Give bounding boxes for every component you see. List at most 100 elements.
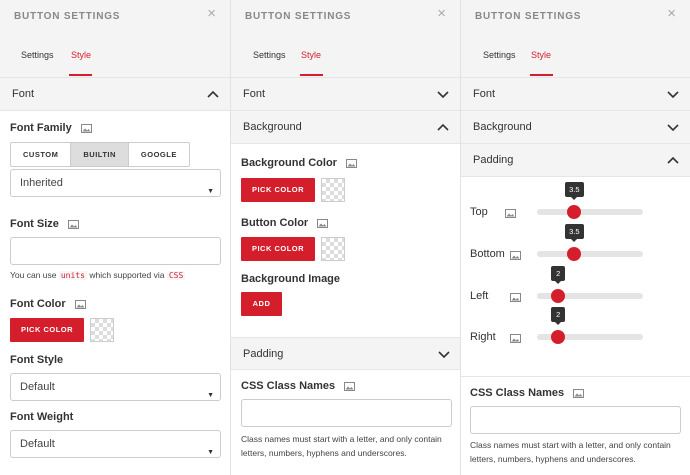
bg-color-pick-button[interactable]: PICK COLOR — [241, 178, 315, 202]
padding-bottom-slider-thumb[interactable] — [567, 247, 582, 261]
chevron-down-icon[interactable] — [437, 347, 451, 361]
tab-settings[interactable]: Settings — [21, 50, 54, 60]
image-icon — [505, 209, 516, 218]
chevron-down-icon[interactable] — [436, 87, 450, 101]
chevron-down-icon[interactable] — [666, 87, 680, 101]
section-font-label: Font — [243, 88, 266, 100]
padding-left-label: Left — [470, 290, 489, 302]
font-color-label-text: Font Color — [10, 298, 66, 310]
font-style-value: Default — [20, 381, 55, 393]
padding-right-label: Right — [470, 331, 496, 343]
bg-color-label-text: Background Color — [241, 157, 337, 169]
tab-style[interactable]: Style — [71, 50, 91, 60]
padding-top-label: Top — [470, 206, 488, 218]
padding-left-value-tooltip: 2 — [551, 266, 566, 284]
image-icon — [344, 381, 356, 391]
section-padding-label: Padding — [243, 347, 284, 360]
button-color-swatch[interactable] — [321, 237, 345, 261]
font-family-custom-button[interactable]: CUSTOM — [11, 143, 72, 166]
font-color-pick-button[interactable]: PICK COLOR — [10, 318, 84, 342]
tab-active-indicator — [300, 74, 323, 76]
caret-down-icon: ▼ — [207, 449, 214, 456]
section-background-label: Background — [473, 121, 532, 133]
image-icon — [74, 299, 86, 309]
panel-title: BUTTON SETTINGS — [245, 11, 352, 22]
image-icon — [510, 334, 521, 343]
close-icon[interactable]: × — [207, 6, 216, 21]
chevron-up-icon[interactable] — [206, 87, 220, 101]
tab-settings[interactable]: Settings — [483, 50, 516, 60]
css-class-help: Class names must start with a letter, an… — [241, 434, 442, 458]
tab-style[interactable]: Style — [301, 50, 321, 60]
font-family-google-button[interactable]: GOOGLE — [128, 143, 189, 166]
bg-color-label: Background Color — [241, 157, 358, 169]
close-icon[interactable]: × — [667, 6, 676, 21]
chevron-up-icon[interactable] — [666, 153, 680, 167]
css-class-label-text: CSS Class Names — [470, 387, 565, 399]
tab-active-indicator — [530, 74, 553, 76]
help-units-code: units — [58, 271, 87, 280]
font-color-swatch[interactable] — [90, 318, 114, 342]
chevron-up-icon[interactable] — [436, 120, 450, 134]
section-background-header[interactable]: Background — [231, 111, 460, 144]
padding-right-value-tooltip: 2 — [551, 307, 566, 325]
css-class-help: Class names must start with a letter, an… — [470, 440, 671, 464]
panel-title: BUTTON SETTINGS — [14, 11, 121, 22]
close-icon[interactable]: × — [437, 6, 446, 21]
image-icon — [67, 219, 79, 229]
section-padding-label: Padding — [473, 154, 514, 166]
section-font-header[interactable]: Font — [0, 78, 230, 111]
bg-image-add-button[interactable]: ADD — [241, 292, 282, 316]
css-class-label: CSS Class Names — [470, 387, 585, 399]
padding-bottom-value-tooltip: 3.5 — [565, 224, 584, 242]
padding-top-slider-track[interactable] — [537, 209, 643, 215]
font-family-button-group: CUSTOM BUILTIN GOOGLE — [10, 142, 190, 167]
tab-settings[interactable]: Settings — [253, 50, 286, 60]
padding-bottom-slider-track[interactable] — [537, 251, 643, 257]
padding-right-slider-thumb[interactable] — [551, 330, 566, 344]
font-select-value: Inherited — [20, 177, 63, 189]
padding-top-value-tooltip: 3.5 — [565, 182, 584, 200]
font-family-builtin-button[interactable]: BUILTIN — [71, 143, 129, 166]
section-font-header[interactable]: Font — [461, 78, 690, 111]
font-select[interactable]: Inherited ▼ — [10, 169, 221, 197]
padding-left-slider-thumb[interactable] — [551, 289, 566, 303]
chevron-down-icon[interactable] — [666, 120, 680, 134]
image-icon — [317, 218, 329, 228]
css-class-input[interactable] — [241, 399, 452, 427]
css-class-label: CSS Class Names — [241, 380, 356, 392]
font-weight-label: Font Weight — [10, 411, 74, 423]
help-middle: which supported via — [89, 270, 165, 280]
font-size-label-text: Font Size — [10, 218, 59, 230]
section-padding-header[interactable]: Padding — [231, 337, 460, 370]
section-padding-header[interactable]: Padding — [461, 144, 690, 177]
section-font-header[interactable]: Font — [231, 78, 460, 111]
tab-style[interactable]: Style — [531, 50, 551, 60]
padding-top-slider-thumb[interactable] — [567, 205, 582, 219]
divider — [461, 376, 690, 377]
settings-panel-background: BUTTON SETTINGS × Settings Style Font Ba… — [231, 0, 461, 475]
settings-panel-padding: BUTTON SETTINGS × Settings Style Font Ba… — [461, 0, 690, 475]
font-size-help: You can use units which supported via CS… — [10, 268, 186, 283]
button-color-pick-button[interactable]: PICK COLOR — [241, 237, 315, 261]
image-icon — [510, 293, 521, 302]
padding-bottom-label: Bottom — [470, 248, 505, 260]
image-icon — [510, 251, 521, 260]
panel-header: BUTTON SETTINGS × Settings Style — [461, 0, 690, 78]
css-class-input[interactable] — [470, 406, 681, 434]
section-font-label: Font — [12, 88, 35, 100]
tab-active-indicator — [69, 74, 92, 76]
bg-image-label: Background Image — [241, 273, 341, 285]
caret-down-icon: ▼ — [207, 392, 214, 399]
panel-header: BUTTON SETTINGS × Settings Style — [231, 0, 460, 78]
font-weight-select[interactable]: Default ▼ — [10, 430, 221, 458]
bg-color-swatch[interactable] — [321, 178, 345, 202]
section-background-header[interactable]: Background — [461, 111, 690, 144]
css-class-label-text: CSS Class Names — [241, 380, 336, 392]
app: BUTTON SETTINGS × Settings Style Font Fo… — [0, 0, 690, 475]
help-prefix: You can use — [10, 270, 57, 280]
font-color-label: Font Color — [10, 298, 86, 310]
font-style-select[interactable]: Default ▼ — [10, 373, 221, 401]
panel-header: BUTTON SETTINGS × Settings Style — [0, 0, 230, 78]
font-size-input[interactable] — [10, 237, 221, 265]
